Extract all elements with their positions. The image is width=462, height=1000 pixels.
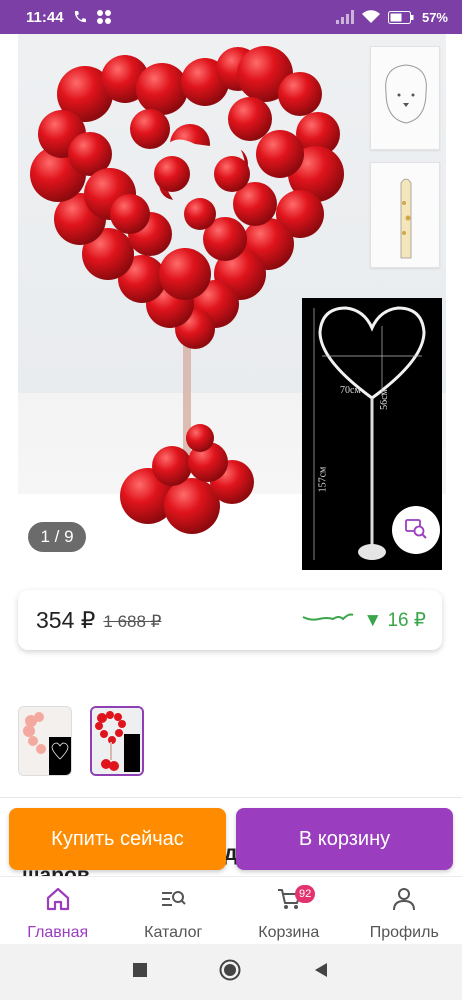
image-search-icon xyxy=(404,516,428,545)
tab-home-label: Главная xyxy=(27,924,89,941)
tab-profile[interactable]: Профиль xyxy=(347,877,462,944)
action-buttons: Купить сейчас В корзину xyxy=(9,808,453,870)
status-time: 11:44 xyxy=(26,8,64,26)
home-circle-icon[interactable] xyxy=(218,958,242,987)
battery-percent: 57% xyxy=(421,9,448,25)
tab-home[interactable]: Главная xyxy=(0,877,116,944)
section-divider xyxy=(0,797,462,798)
tab-cart[interactable]: 92 Корзина xyxy=(231,877,347,944)
add-to-cart-button[interactable]: В корзину xyxy=(236,808,453,870)
system-navigation-bar xyxy=(0,944,462,1000)
image-counter: 1 / 9 xyxy=(28,522,86,552)
wifi-call-icon xyxy=(72,9,88,25)
thumbnail-strip[interactable] xyxy=(18,706,144,776)
tab-catalog-label: Каталог xyxy=(144,924,203,941)
home-icon xyxy=(45,887,71,916)
tab-catalog[interactable]: Каталог xyxy=(116,877,232,944)
profile-icon xyxy=(391,887,417,916)
battery-icon xyxy=(387,10,414,24)
signal-icon xyxy=(335,10,354,24)
thumbnail-1[interactable] xyxy=(18,706,72,776)
tab-cart-label: Корзина xyxy=(258,924,320,941)
price-trend-icon xyxy=(301,609,355,632)
buy-now-button[interactable]: Купить сейчас xyxy=(9,808,226,870)
old-price: 1 688 ₽ xyxy=(103,611,162,631)
product-gallery[interactable]: 70см 56см 157см 1 / 9 xyxy=(0,34,462,574)
catalog-search-icon xyxy=(160,887,186,916)
cart-badge: 92 xyxy=(295,885,316,903)
current-price: 354 ₽ xyxy=(36,606,96,633)
dimension-width-label: 70см xyxy=(340,385,361,396)
image-search-button[interactable] xyxy=(392,506,440,554)
tab-profile-label: Профиль xyxy=(369,924,439,941)
dimension-heart-height-label: 56см xyxy=(378,389,390,410)
bottom-tab-bar: Главная Каталог 92 Корзина Профиль xyxy=(0,876,462,944)
app-notification-icon xyxy=(96,9,112,25)
wifi-icon xyxy=(361,10,380,24)
price-card[interactable]: 354 ₽ 1 688 ₽ ▼ 16 ₽ xyxy=(18,590,442,650)
dimension-total-height-label: 157см xyxy=(317,466,329,493)
price-drop: ▼ 16 ₽ xyxy=(363,609,426,631)
status-bar: 11:44 57% xyxy=(0,0,462,34)
thumbnail-2-selected[interactable] xyxy=(90,706,144,776)
back-icon[interactable] xyxy=(312,961,330,984)
recent-apps-icon[interactable] xyxy=(132,962,148,983)
